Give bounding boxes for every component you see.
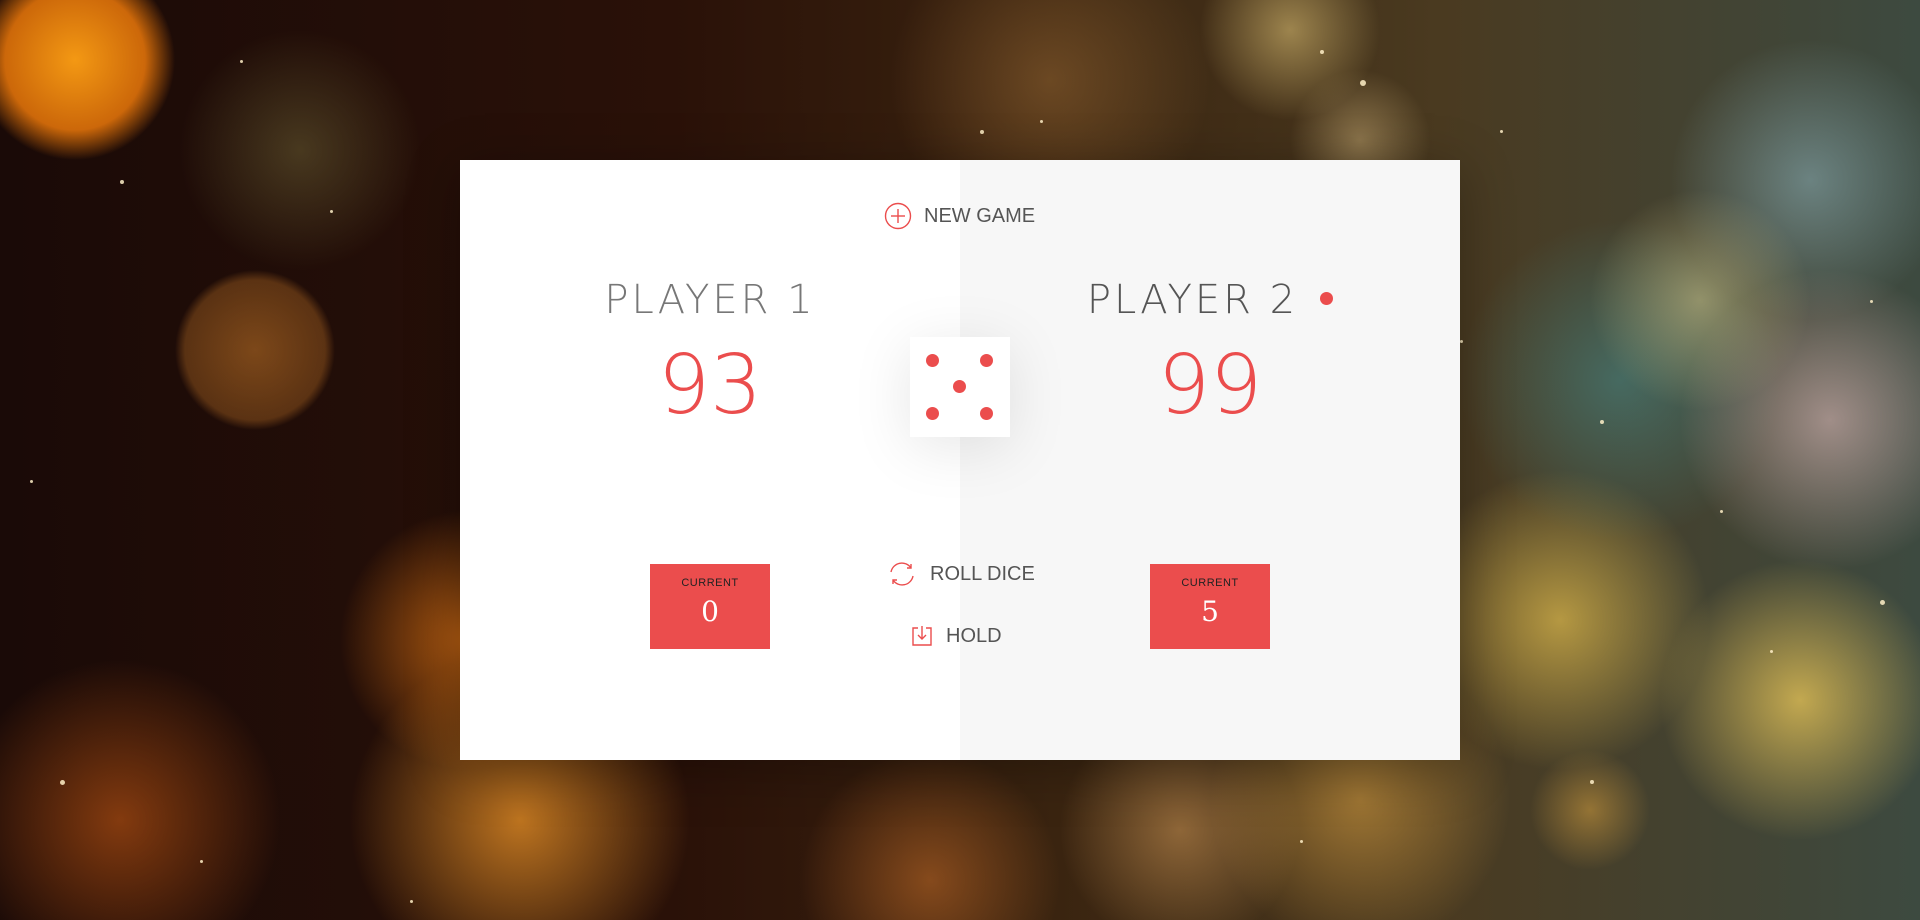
sparkle: [1320, 50, 1324, 54]
game-panel: PLAYER 1 93 CURRENT 0 PLAYER 2 99 CURREN…: [460, 160, 1460, 760]
player-2-panel: PLAYER 2 99 CURRENT 5: [960, 160, 1460, 760]
active-player-dot-icon: [1320, 291, 1334, 305]
sparkle: [1300, 840, 1303, 843]
sparkle: [1360, 80, 1366, 86]
sparkle: [120, 180, 124, 184]
player-1-name: PLAYER 1: [460, 280, 960, 320]
player-1-current-box: CURRENT 0: [650, 564, 770, 649]
sparkle: [240, 60, 243, 63]
player-2-current-box: CURRENT 5: [1150, 564, 1270, 649]
player-1-name-label: PLAYER 1: [604, 277, 816, 323]
sparkle: [1600, 420, 1604, 424]
plus-circle-icon: [884, 202, 912, 230]
dice-pip: [953, 380, 966, 393]
sparkle: [200, 860, 203, 863]
player-1-current-label: CURRENT: [681, 577, 739, 589]
roll-dice-label: ROLL DICE: [930, 562, 1035, 585]
dice-pip: [926, 407, 939, 420]
player-1-score: 93: [657, 338, 763, 433]
sparkle: [1770, 650, 1773, 653]
player-2-name-label: PLAYER 2: [1086, 277, 1299, 323]
sparkle: [980, 130, 984, 134]
sparkle: [410, 900, 413, 903]
player-2-current-score: 5: [1201, 595, 1219, 628]
dice-pip: [980, 407, 993, 420]
sparkle: [1500, 130, 1503, 133]
dice-pip: [926, 354, 939, 367]
dice: [910, 337, 1010, 437]
hold-button[interactable]: HOLD: [910, 624, 1002, 648]
sparkle: [1870, 300, 1873, 303]
player-2-score: 99: [1157, 338, 1263, 433]
player-2-current-label: CURRENT: [1181, 577, 1239, 589]
sparkle: [1040, 120, 1043, 123]
hold-label: HOLD: [946, 624, 1002, 647]
sparkle: [60, 780, 65, 785]
roll-dice-button[interactable]: ROLL DICE: [886, 560, 1035, 588]
sparkle: [30, 480, 33, 483]
new-game-label: NEW GAME: [924, 204, 1036, 227]
new-game-button[interactable]: NEW GAME: [884, 202, 1035, 230]
player-1-current-score: 0: [701, 595, 719, 628]
player-2-name: PLAYER 2: [960, 280, 1460, 320]
sparkle: [1720, 510, 1723, 513]
sparkle: [1460, 340, 1463, 343]
sparkle: [1590, 780, 1594, 784]
refresh-icon: [886, 560, 918, 588]
sparkle: [1880, 600, 1885, 605]
player-1-panel: PLAYER 1 93 CURRENT 0: [460, 160, 960, 760]
sparkle: [330, 210, 333, 213]
dice-pip: [980, 354, 993, 367]
download-icon: [910, 624, 934, 648]
